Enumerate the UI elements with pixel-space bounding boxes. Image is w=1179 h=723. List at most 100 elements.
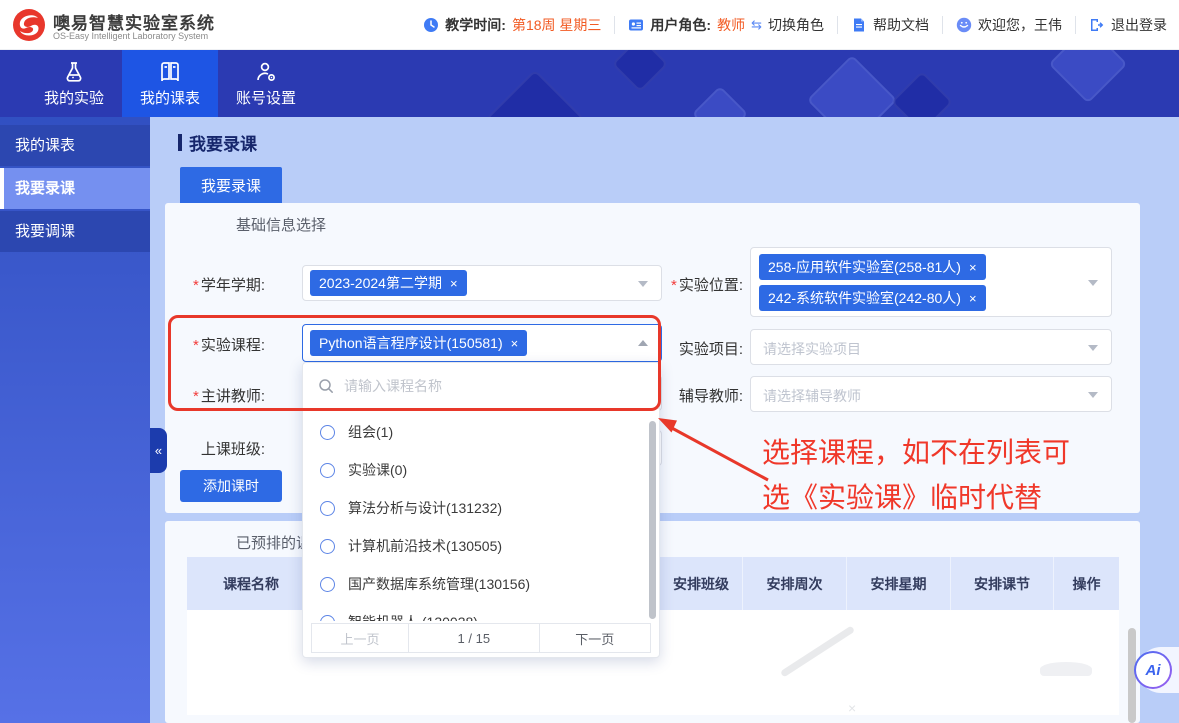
help-doc-group[interactable]: 帮助文档 <box>851 15 929 35</box>
nav-tab-my-experiments[interactable]: 我的实验 <box>26 50 122 117</box>
header-right: 教学时间: 第18周 星期三 用户角色: 教师 ⇆ 切换角色 帮助文档 <box>423 0 1167 50</box>
clock-icon <box>423 17 439 33</box>
welcome-group: 欢迎您，王伟 <box>956 15 1062 35</box>
app-root: 噢易智慧实验室系统 OS-Easy Intelligent Laboratory… <box>0 0 1179 723</box>
help-doc-link[interactable]: 帮助文档 <box>873 15 929 35</box>
course-option[interactable]: 国产数据库系统管理(130156) <box>303 565 659 603</box>
brand-subtitle: OS-Easy Intelligent Laboratory System <box>53 31 208 41</box>
course-option[interactable]: 实验课(0) <box>303 451 659 489</box>
semester-label: *学年学期: <box>135 274 265 295</box>
id-card-icon <box>628 17 644 33</box>
remove-tag-icon[interactable]: × <box>969 261 977 274</box>
lab-location-tag: 258-应用软件实验室(258-81人) × <box>759 254 986 280</box>
semester-select[interactable]: 2023-2024第二学期 × <box>302 265 662 301</box>
radio-icon <box>320 425 335 440</box>
pagination-prev-button[interactable]: 上一页 <box>311 623 409 653</box>
lab-project-placeholder: 请选择实验项目 <box>763 339 861 359</box>
flask-icon <box>62 60 86 84</box>
tab-button-label: 我要录课 <box>201 175 261 196</box>
pagination-page-indicator: 1 / 15 <box>408 623 540 653</box>
switch-role-link[interactable]: 切换角色 <box>768 15 824 35</box>
chevron-down-icon <box>1088 392 1098 398</box>
top-header: 噢易智慧实验室系统 OS-Easy Intelligent Laboratory… <box>0 0 1179 50</box>
sidebar-collapse-button[interactable]: « <box>150 428 167 473</box>
nav-tab-account-settings[interactable]: 账号设置 <box>218 50 314 117</box>
swap-role-icon[interactable]: ⇆ <box>751 17 762 33</box>
pagination-row: 上一页 1 / 15 下一页 <box>311 623 651 653</box>
pagination-next-button[interactable]: 下一页 <box>539 623 651 653</box>
course-option-label: 计算机前沿技术(130505) <box>348 536 502 556</box>
teaching-time-group: 教学时间: 第18周 星期三 <box>423 15 601 35</box>
annotation-text: 选择课程，如不在列表可 选《实验课》临时代替 <box>762 430 1070 520</box>
basic-info-section-title: 基础信息选择 <box>226 214 336 235</box>
user-role-value: 教师 <box>717 15 745 35</box>
course-option[interactable]: 计算机前沿技术(130505) <box>303 527 659 565</box>
course-option[interactable]: 算法分析与设计(131232) <box>303 489 659 527</box>
sidebar: 我的课表 我要录课 我要调课 <box>0 117 150 723</box>
course-dropdown-panel: 组会(1) 实验课(0) 算法分析与设计(131232) 计算机前沿技术(130… <box>302 362 660 658</box>
nav-tab-label: 我的实验 <box>44 87 104 108</box>
lecturer-label: *主讲教师: <box>135 385 265 406</box>
annotation-line-2: 选《实验课》临时代替 <box>762 475 1070 520</box>
empty-state-mound-illustration <box>1040 662 1092 676</box>
sidebar-item-adjust-course[interactable]: 我要调课 <box>0 211 150 252</box>
chevron-down-icon <box>1088 280 1098 286</box>
remove-tag-icon[interactable]: × <box>511 337 519 350</box>
column-header-course-name: 课程名称 <box>187 557 316 610</box>
logout-group[interactable]: 退出登录 <box>1089 15 1167 35</box>
course-option[interactable]: 智能机器人 (130038) <box>303 603 659 623</box>
user-role-label: 用户角色: <box>650 15 711 35</box>
remove-tag-icon[interactable]: × <box>450 277 458 290</box>
welcome-text: 欢迎您，王伟 <box>978 15 1062 35</box>
page-title: 我要录课 <box>178 130 257 155</box>
empty-state-cross-illustration: × <box>848 700 856 716</box>
sidebar-item-my-timetable[interactable]: 我的课表 <box>0 125 150 166</box>
course-search-row <box>303 363 659 409</box>
course-option-label: 实验课(0) <box>348 460 407 480</box>
ai-assistant-button[interactable]: Ai <box>1134 651 1172 689</box>
assistant-teacher-select[interactable]: 请选择辅导教师 <box>750 376 1112 412</box>
remove-tag-icon[interactable]: × <box>969 292 977 305</box>
course-search-input[interactable] <box>344 378 624 394</box>
lab-location-select[interactable]: 258-应用软件实验室(258-81人) × 242-系统软件实验室(242-8… <box>750 247 1112 317</box>
navbar-decoration <box>486 70 585 117</box>
required-asterisk: * <box>193 277 199 294</box>
user-gear-icon <box>254 60 278 84</box>
main-navbar: 我的实验 我的课表 账号设置 <box>0 50 1179 117</box>
navbar-decoration <box>891 71 953 117</box>
required-asterisk: * <box>671 277 677 294</box>
sidebar-item-record-course[interactable]: 我要录课 <box>0 168 150 209</box>
course-option[interactable]: 组会(1) <box>303 413 659 451</box>
course-option-label: 组会(1) <box>348 422 393 442</box>
chevron-down-icon <box>1088 345 1098 351</box>
add-lesson-button[interactable]: 添加课时 <box>180 470 282 502</box>
lab-project-select[interactable]: 请选择实验项目 <box>750 329 1112 365</box>
column-header-weeks: 安排周次 <box>743 557 847 610</box>
column-header-actions: 操作 <box>1054 557 1119 610</box>
navbar-decoration <box>612 50 669 92</box>
lab-course-tag-text: Python语言程序设计(150581) <box>319 333 503 353</box>
course-option-label: 国产数据库系统管理(130156) <box>348 574 530 594</box>
header-divider <box>614 16 615 34</box>
annotation-line-1: 选择课程，如不在列表可 <box>762 430 1070 475</box>
course-option-label: 算法分析与设计(131232) <box>348 498 502 518</box>
radio-icon <box>320 463 335 478</box>
title-accent-bar <box>178 134 182 151</box>
lab-location-tag-text: 242-系统软件实验室(242-80人) <box>768 288 961 308</box>
course-options-list: 组会(1) 实验课(0) 算法分析与设计(131232) 计算机前沿技术(130… <box>303 409 659 623</box>
lab-location-label: *实验位置: <box>613 274 743 295</box>
lab-course-select[interactable]: Python语言程序设计(150581) × <box>302 324 662 362</box>
dropdown-pagination: 上一页 1 / 15 下一页 <box>303 621 659 657</box>
nav-tab-label: 我的课表 <box>140 87 200 108</box>
teaching-time-value: 第18周 星期三 <box>512 15 601 35</box>
radio-icon <box>320 539 335 554</box>
nav-tab-my-timetable[interactable]: 我的课表 <box>122 50 218 117</box>
logout-link[interactable]: 退出登录 <box>1111 15 1167 35</box>
sidebar-item-label: 我的课表 <box>15 137 75 154</box>
chevron-up-icon <box>638 340 648 346</box>
dropdown-scrollbar-thumb[interactable] <box>649 421 656 619</box>
record-course-tab-button[interactable]: 我要录课 <box>180 167 282 203</box>
navbar-decoration <box>692 86 749 117</box>
header-divider <box>837 16 838 34</box>
avatar-hi-icon <box>956 17 972 33</box>
